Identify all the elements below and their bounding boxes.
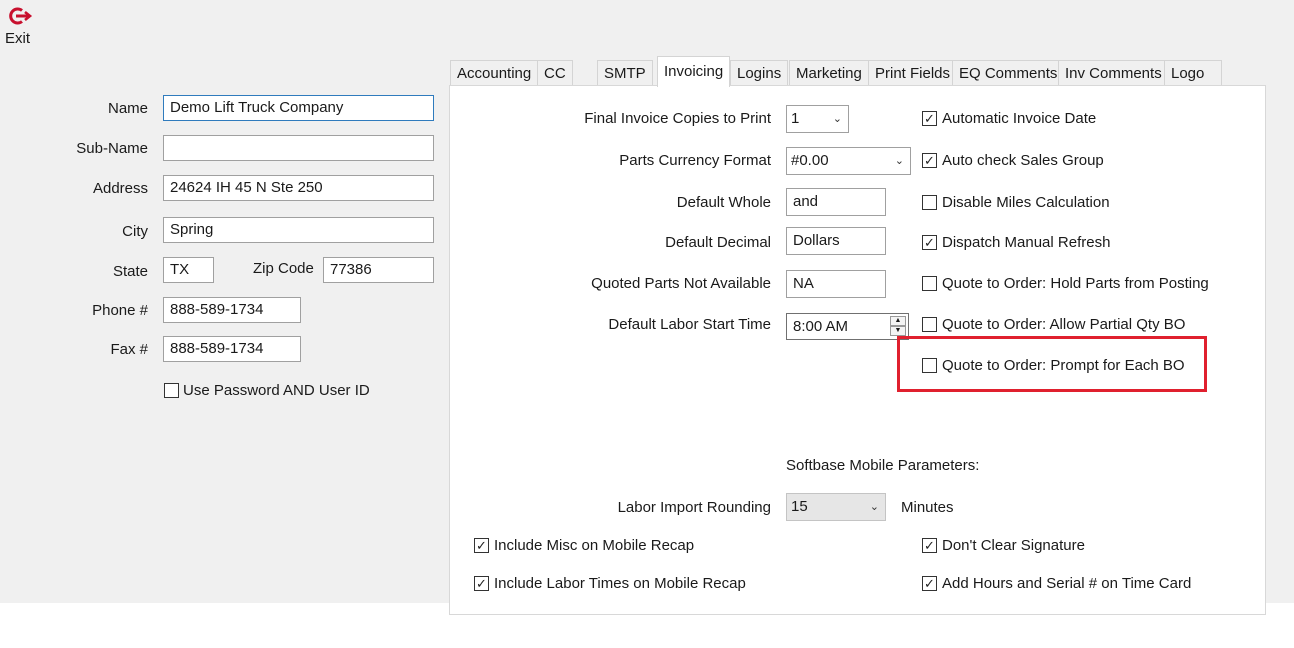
- disable-miles-label: Disable Miles Calculation: [942, 194, 1110, 211]
- not-available-label: Quoted Parts Not Available: [591, 275, 771, 292]
- currency-label: Parts Currency Format: [619, 152, 771, 169]
- currency-select[interactable]: #0.00 ⌄: [786, 147, 911, 175]
- include-misc-label: Include Misc on Mobile Recap: [494, 537, 695, 554]
- copies-select[interactable]: 1 ⌄: [786, 105, 849, 133]
- app-window: Exit Name Demo Lift Truck Company Sub-Na…: [0, 0, 1294, 615]
- whole-input[interactable]: and: [786, 188, 886, 216]
- include-labor-times-checkbox[interactable]: ✓: [474, 576, 489, 591]
- labor-start-label: Default Labor Start Time: [608, 316, 771, 333]
- subname-input[interactable]: [163, 135, 434, 161]
- decimal-input[interactable]: Dollars: [786, 227, 886, 255]
- include-labor-times-label: Include Labor Times on Mobile Recap: [494, 575, 746, 592]
- tab-marketing[interactable]: Marketing: [789, 60, 869, 86]
- zip-input[interactable]: 77386: [323, 257, 434, 283]
- use-password-checkbox[interactable]: [164, 383, 179, 398]
- name-label: Name: [107, 100, 148, 117]
- zip-label: Zip Code: [253, 260, 314, 277]
- fax-label: Fax #: [110, 341, 148, 358]
- partial-qty-bo-checkbox[interactable]: [922, 317, 937, 332]
- highlight-box: [897, 336, 1207, 392]
- copies-label: Final Invoice Copies to Print: [584, 110, 771, 127]
- phone-input[interactable]: 888-589-1734: [163, 297, 301, 323]
- whole-label: Default Whole: [676, 194, 771, 211]
- tab-smtp[interactable]: SMTP: [597, 60, 653, 86]
- subname-label: Sub-Name: [76, 140, 148, 157]
- labor-start-value: 8:00 AM: [793, 318, 849, 335]
- tab-logo[interactable]: Logo: [1164, 60, 1222, 86]
- tab-accounting[interactable]: Accounting: [450, 60, 539, 86]
- partial-qty-bo-label: Quote to Order: Allow Partial Qty BO: [942, 316, 1186, 333]
- rounding-label: Labor Import Rounding: [617, 499, 771, 516]
- address-label: Address: [92, 180, 148, 197]
- copies-value: 1: [791, 110, 800, 127]
- phone-label: Phone #: [92, 302, 148, 319]
- include-misc-checkbox[interactable]: ✓: [474, 538, 489, 553]
- address-input[interactable]: 24624 IH 45 N Ste 250: [163, 175, 434, 201]
- exit-icon: [7, 6, 33, 30]
- tab-inv-comments[interactable]: Inv Comments: [1058, 60, 1169, 86]
- rounding-select[interactable]: 15 ⌄: [786, 493, 886, 521]
- automatic-invoice-date-label: Automatic Invoice Date: [942, 110, 1097, 127]
- spin-up-icon[interactable]: ▲: [890, 316, 906, 326]
- exit-label: Exit: [5, 30, 31, 47]
- add-hours-serial-checkbox[interactable]: ✓: [922, 576, 937, 591]
- spin-down-icon[interactable]: ▼: [890, 326, 906, 336]
- tab-cc[interactable]: CC: [537, 60, 573, 86]
- chevron-down-icon: ⌄: [869, 501, 879, 513]
- tab-logins[interactable]: Logins: [730, 60, 789, 86]
- auto-check-sales-group-checkbox[interactable]: ✓: [922, 153, 937, 168]
- hold-parts-label: Quote to Order: Hold Parts from Posting: [942, 275, 1209, 292]
- city-input[interactable]: Spring: [163, 217, 434, 243]
- exit-button[interactable]: Exit: [4, 6, 34, 48]
- dont-clear-signature-checkbox[interactable]: ✓: [922, 538, 937, 553]
- tab-print-fields[interactable]: Print Fields: [868, 60, 958, 86]
- rounding-value: 15: [791, 498, 808, 515]
- decimal-label: Default Decimal: [665, 234, 771, 251]
- use-password-label: Use Password AND User ID: [183, 382, 370, 399]
- hold-parts-checkbox[interactable]: [922, 276, 937, 291]
- tab-invoicing[interactable]: Invoicing: [657, 56, 731, 87]
- auto-check-sales-group-label: Auto check Sales Group: [942, 152, 1104, 169]
- chevron-down-icon: ⌄: [894, 155, 904, 167]
- rounding-unit: Minutes: [901, 499, 954, 516]
- automatic-invoice-date-checkbox[interactable]: ✓: [922, 111, 937, 126]
- name-input[interactable]: Demo Lift Truck Company: [163, 95, 434, 121]
- tab-eq-comments[interactable]: EQ Comments: [952, 60, 1065, 86]
- fax-input[interactable]: 888-589-1734: [163, 336, 301, 362]
- disable-miles-checkbox[interactable]: [922, 195, 937, 210]
- state-input[interactable]: TX: [163, 257, 214, 283]
- add-hours-serial-label: Add Hours and Serial # on Time Card: [942, 575, 1192, 592]
- city-label: City: [122, 223, 148, 240]
- not-available-input[interactable]: NA: [786, 270, 886, 298]
- mobile-parameters-header: Softbase Mobile Parameters:: [786, 457, 980, 474]
- dispatch-refresh-label: Dispatch Manual Refresh: [942, 234, 1111, 251]
- dont-clear-signature-label: Don't Clear Signature: [942, 537, 1085, 554]
- currency-value: #0.00: [791, 152, 829, 169]
- state-label: State: [112, 263, 148, 280]
- labor-start-input[interactable]: 8:00 AM ▲ ▼: [786, 313, 909, 340]
- dispatch-refresh-checkbox[interactable]: ✓: [922, 235, 937, 250]
- chevron-down-icon: ⌄: [832, 113, 842, 125]
